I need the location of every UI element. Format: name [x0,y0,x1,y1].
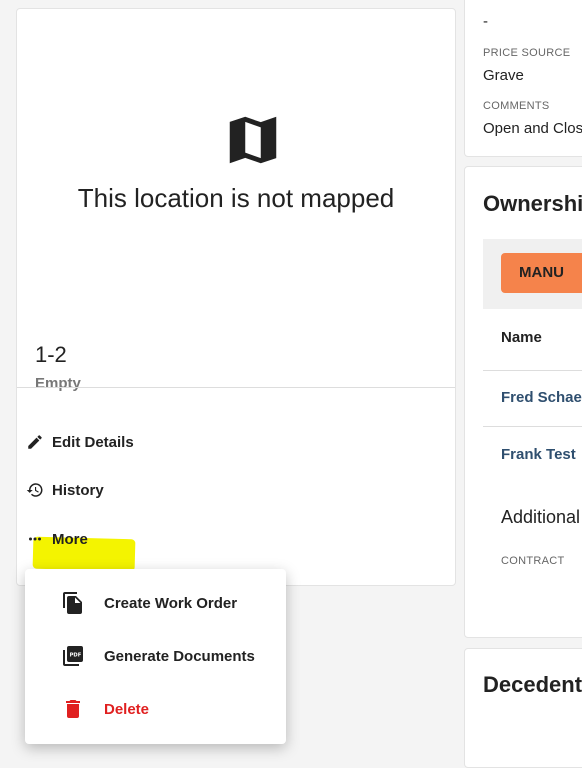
trash-icon [66,700,80,718]
more-menu: Create Work Order PDF Generate Documents… [25,569,286,744]
map-icon [229,116,277,164]
column-header-name: Name [501,329,542,346]
location-status: Empty [35,375,81,392]
edit-details-label: Edit Details [52,433,134,451]
menu-item-label: Delete [104,700,150,718]
more-button[interactable]: More [26,530,88,548]
row-divider [483,370,582,371]
menu-item-generate-documents[interactable]: PDF Generate Documents [25,644,286,668]
detail-value: - [483,13,488,30]
owner-link[interactable]: Fred Schaet [501,389,582,406]
menu-item-label: Generate Documents [104,647,255,665]
decedent-title: Decedent [483,672,582,697]
pdf-icon: PDF [63,646,83,666]
edit-details-button[interactable]: Edit Details [26,433,134,451]
comments-value: Open and Clos [483,120,582,137]
pencil-icon [28,435,42,449]
menu-item-label: Create Work Order [104,594,238,612]
location-card: This location is not mapped 1-2 Empty [16,8,456,586]
decedent-card: Decedent [464,648,582,768]
menu-item-delete[interactable]: Delete [25,697,286,721]
file-copy-icon [63,592,82,614]
row-divider [483,426,582,427]
divider [17,387,455,388]
contract-label: CONTRACT [501,555,565,567]
more-label: More [52,530,88,548]
history-button[interactable]: History [26,481,104,499]
ownership-card: Ownershi MANU Name Fred Schaet Frank Tes… [464,166,582,638]
more-horiz-icon [29,537,41,541]
history-label: History [52,481,104,499]
menu-item-create-work-order[interactable]: Create Work Order [25,591,286,615]
history-icon [26,483,43,497]
manual-button[interactable]: MANU [501,253,582,293]
price-source-value: Grave [483,67,524,84]
ownership-title: Ownershi [483,191,582,216]
location-id: 1-2 [35,342,67,367]
details-card: - PRICE SOURCE Grave COMMENTS Open and C… [464,0,582,157]
owner-link[interactable]: Frank Test [501,446,576,463]
price-source-label: PRICE SOURCE [483,47,571,59]
not-mapped-text: This location is not mapped [77,183,395,213]
additional-title: Additional [501,507,581,527]
comments-label: COMMENTS [483,100,550,112]
svg-text:PDF: PDF [70,653,82,659]
